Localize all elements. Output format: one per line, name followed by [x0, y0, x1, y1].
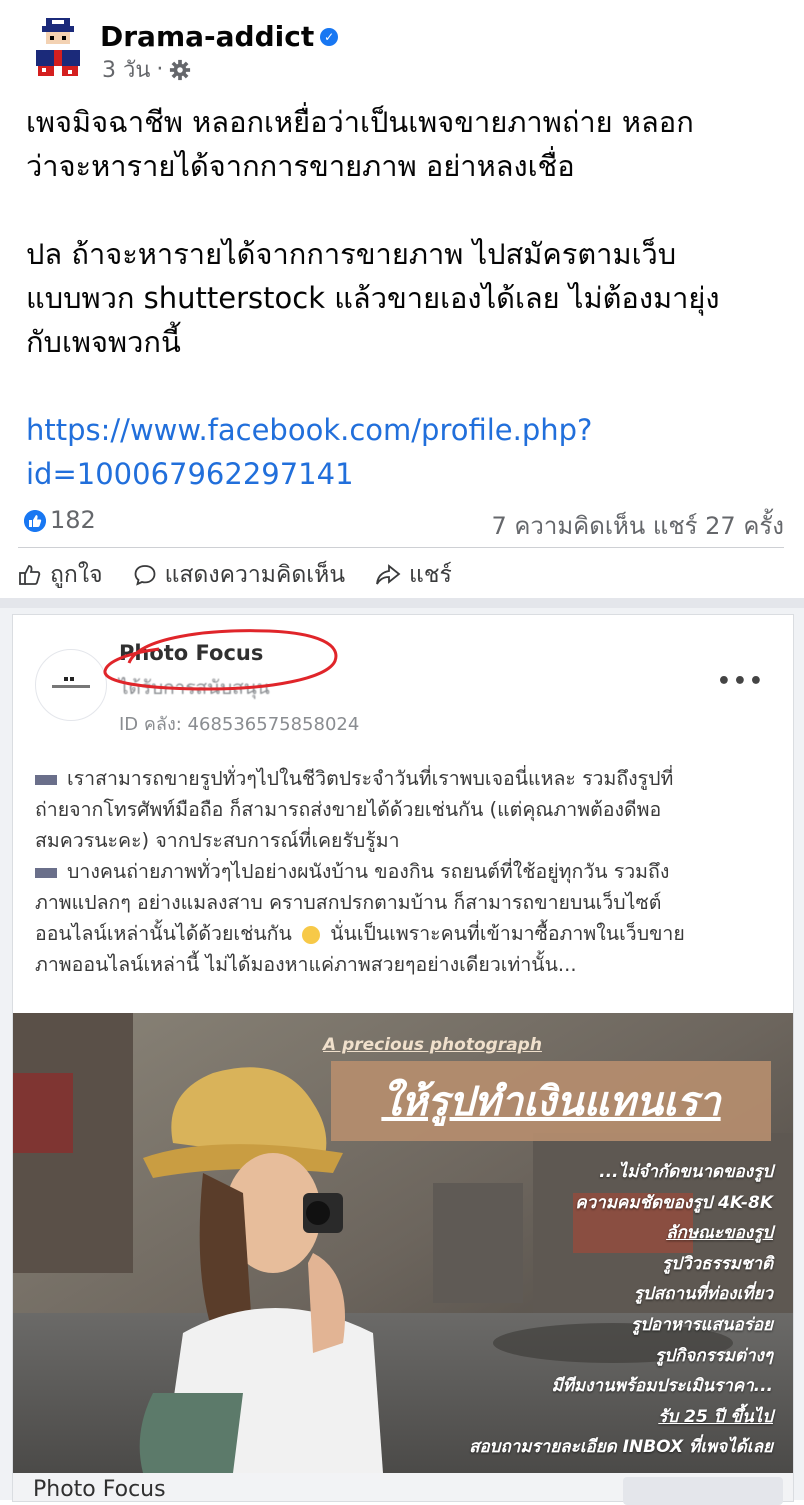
ad-text: เราสามารถขายรูปทั่วๆไปในชีวิตประจำวันที่…	[35, 763, 783, 980]
ad-library-id: ID คลัง: 468536575858024	[119, 714, 360, 735]
image-line: มีทีมงานพร้อมประเมินราคา...	[551, 1376, 774, 1397]
image-line: รูปอาหารแสนอร่อย	[630, 1314, 773, 1335]
author-avatar[interactable]	[28, 16, 88, 80]
image-line: รูปกิจกรรมต่างๆ	[655, 1345, 773, 1366]
post-text-line: แบบพวก shutterstock แล้วขายเองได้เลย ไม่…	[26, 281, 720, 315]
ad-footer: Photo Focus	[13, 1473, 793, 1505]
ad-footer-page-name: Photo Focus	[33, 1477, 166, 1502]
ad-text-line: ภาพแปลกๆ อย่างแมลงสาบ คราบสกปรกตามบ้าน ก…	[35, 891, 662, 914]
post-text-line: เพจมิจฉาชีพ หลอกเหยื่อว่าเป็นเพจขายภาพถ่…	[26, 105, 694, 139]
facebook-post: Drama-addict ✓ 3 วัน · เพจมิจฉาชีพ หลอกเ…	[0, 0, 804, 608]
ad-image: A precious photograph ให้รูปทำเงินแทนเรา…	[13, 1013, 793, 1473]
ad-text-line: นั่นเป็นเพราะคนที่เข้ามาซื้อภาพในเว็บขาย	[330, 922, 685, 945]
ad-text-line: ออนไลน์เหล่านั้นได้ด้วยเช่นกัน	[35, 922, 292, 945]
photo-focus-logo-icon	[52, 677, 90, 688]
attached-screenshot[interactable]: Photo Focus ได้รับการสนับสนุน ID คลัง: 4…	[0, 608, 804, 1505]
ad-text-line: ภาพออนไลน์เหล่านี้ ไม่ได้มองหาแค่ภาพสวยๆ…	[35, 953, 577, 976]
post-stats: 182 7 ความคิดเห็น แชร์ 27 ครั้ง	[24, 506, 784, 540]
thumbs-up-icon	[19, 565, 41, 585]
post-body: เพจมิจฉาชีพ หลอกเหยื่อว่าเป็นเพจขายภาพถ่…	[26, 100, 786, 496]
page-avatar	[35, 649, 107, 721]
post-time[interactable]: 3 วัน	[102, 52, 150, 87]
comments-shares-count[interactable]: 7 ความคิดเห็น แชร์ 27 ครั้ง	[491, 506, 784, 545]
comment-button[interactable]: แสดงความคิดเห็น	[133, 557, 345, 593]
section-separator	[0, 598, 804, 608]
image-line: รูปสถานที่ท่องเที่ยว	[633, 1284, 773, 1305]
post-text-line: ว่าจะหารายได้จากการขายภาพ อย่าหลงเชื่อ	[26, 149, 575, 183]
image-line: ความคมชัดของรูป 4K-8K	[575, 1192, 773, 1213]
ad-card: Photo Focus ได้รับการสนับสนุน ID คลัง: 4…	[12, 614, 794, 1505]
image-title: ให้รูปทำเงินแทนเรา	[381, 1079, 721, 1125]
ad-text-line: ถ่ายจากโทรศัพท์มือถือ ก็สามารถส่งขายได้ด…	[35, 798, 662, 821]
author-name-row[interactable]: Drama-addict ✓	[100, 20, 339, 53]
gear-icon	[170, 59, 191, 80]
smile-emoji-icon	[302, 925, 320, 944]
like-button[interactable]: ถูกใจ	[18, 557, 103, 593]
flag-emoji-icon	[35, 774, 57, 785]
post-actions: ถูกใจ แสดงความคิดเห็น แชร์	[18, 558, 452, 592]
divider	[18, 547, 784, 548]
image-kicker: A precious photograph	[323, 1035, 542, 1055]
share-label: แชร์	[409, 562, 452, 588]
ad-cta-button	[623, 1477, 783, 1505]
image-line: ...ไม่จำกัดขนาดของรูป	[599, 1162, 773, 1182]
post-text-line: ปล ถ้าจะหารายได้จากการขายภาพ ไปสมัครตามเ…	[26, 237, 677, 271]
image-line: สอบถามรายละเอียด INBOX ที่เพจได้เลย	[469, 1437, 773, 1458]
author-name[interactable]: Drama-addict	[100, 20, 314, 53]
like-count[interactable]: 182	[50, 506, 96, 534]
ad-text-line: บางคนถ่ายภาพทั่วๆไปอย่างผนังบ้าน ของกิน …	[67, 860, 670, 883]
verified-badge-icon: ✓	[320, 27, 339, 46]
comment-label: แสดงความคิดเห็น	[164, 562, 346, 588]
image-line: รับ 25 ปี ขึ้นไป	[658, 1406, 773, 1427]
profile-link-id[interactable]: id=100067962297141	[26, 452, 786, 496]
ad-text-line: เราสามารถขายรูปทั่วๆไปในชีวิตประจำวันที่…	[67, 767, 674, 790]
more-options-icon: •••	[716, 669, 765, 694]
image-line: ลักษณะของรูป	[666, 1223, 773, 1244]
flag-emoji-icon	[35, 867, 57, 878]
comment-icon	[134, 565, 155, 586]
post-meta: 3 วัน ·	[102, 52, 191, 87]
profile-link[interactable]: https://www.facebook.com/profile.php?	[26, 408, 786, 452]
share-button[interactable]: แชร์	[375, 557, 452, 593]
post-text-line: กับเพจพวกนี้	[26, 325, 181, 359]
ad-text-line: สมควรนะคะ) จากประสบการณ์ที่เคยรับรู้มา	[35, 829, 400, 852]
image-feature-list: ...ไม่จำกัดขนาดของรูป ความคมชัดของรูป 4K…	[469, 1157, 773, 1463]
meta-separator: ·	[156, 57, 164, 82]
image-line: รูปวิวธรรมชาติ	[662, 1253, 773, 1274]
like-label: ถูกใจ	[50, 562, 103, 588]
red-annotation-circle	[103, 629, 338, 691]
share-icon	[376, 564, 401, 585]
like-reaction-icon	[24, 510, 46, 532]
